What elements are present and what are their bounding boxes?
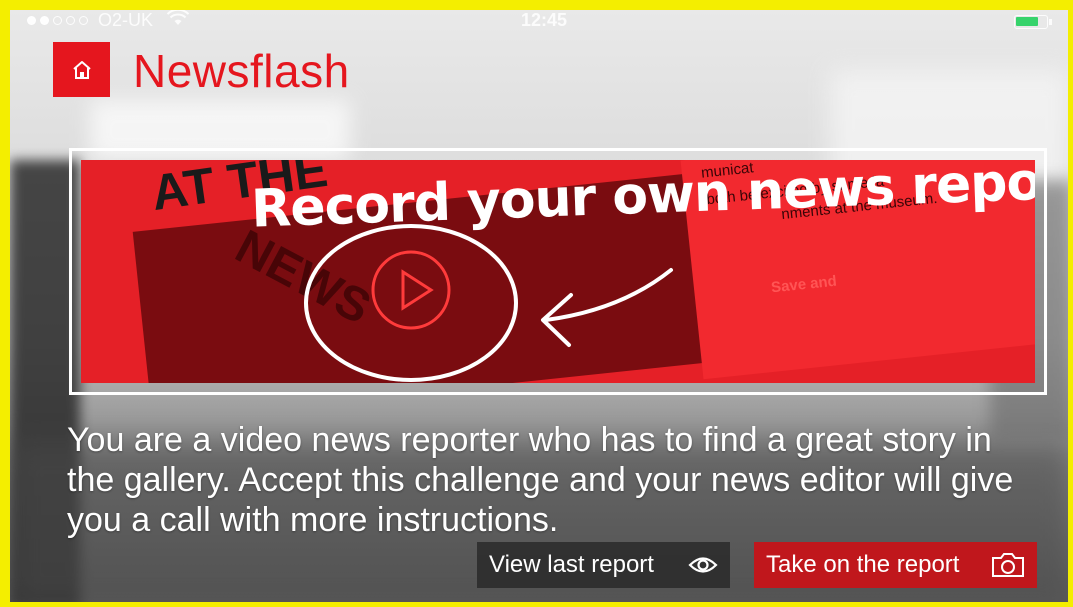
- view-last-report-label: View last report: [489, 551, 654, 578]
- status-time: 12:45: [521, 10, 568, 30]
- battery-icon: [1014, 15, 1052, 29]
- signal-dot: [66, 16, 75, 25]
- take-on-report-button[interactable]: Take on the report: [754, 542, 1037, 588]
- view-last-report-button[interactable]: View last report: [477, 542, 730, 588]
- play-icon-ring: [371, 250, 451, 330]
- page-title: Newsflash: [133, 45, 350, 97]
- signal-dot: [27, 16, 36, 25]
- eye-icon: [688, 551, 718, 586]
- doodle-arrow: [544, 268, 673, 322]
- challenge-description: You are a video news reporter who has to…: [67, 421, 1014, 539]
- signal-dot: [53, 16, 62, 25]
- carrier-name: O2-UK: [98, 10, 154, 30]
- battery-level: [1016, 17, 1038, 26]
- signal-strength: O2-UK: [27, 8, 190, 31]
- camera-icon: [991, 551, 1025, 586]
- record-report-banner[interactable]: AT THE NEWS municat both be excited by s…: [81, 160, 1035, 383]
- wifi-icon: [166, 8, 190, 31]
- play-icon: [401, 269, 434, 311]
- signal-dot: [40, 16, 49, 25]
- home-icon: [72, 60, 91, 79]
- status-bar: O2-UK 12:45: [22, 8, 1062, 36]
- home-button[interactable]: [53, 42, 110, 97]
- signal-dot: [79, 16, 88, 25]
- take-on-report-label: Take on the report: [766, 551, 960, 578]
